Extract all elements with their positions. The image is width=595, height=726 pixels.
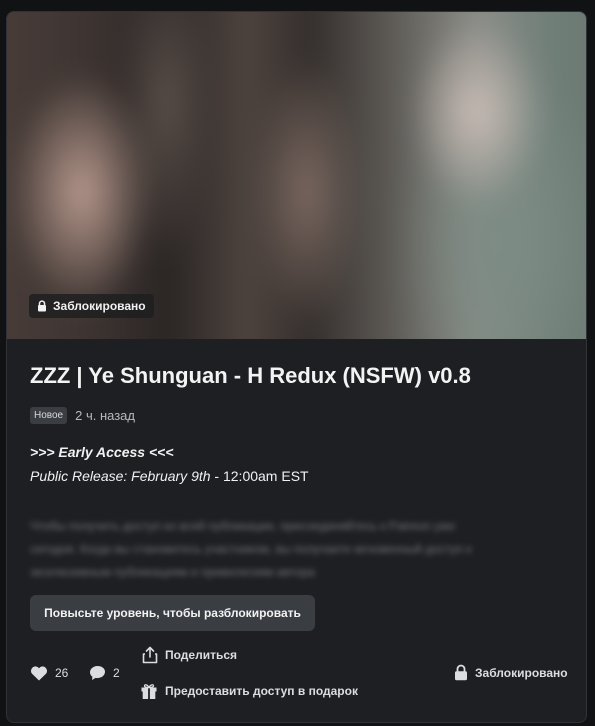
post-meta: Новое 2 ч. назад: [30, 407, 135, 424]
release-date: Public Release: February 9th: [30, 468, 211, 484]
share-label: Поделиться: [165, 648, 238, 662]
gift-label: Предоставить доступ в подарок: [165, 684, 358, 698]
share-icon: [142, 646, 158, 664]
release-time: - 12:00am EST: [210, 468, 309, 484]
post-title[interactable]: ZZZ | Ye Shunguan - H Redux (NSFW) v0.8: [30, 363, 471, 389]
early-access-text: >>> Early Access <<<: [30, 444, 174, 460]
post-image-locked[interactable]: Заблокировано: [7, 12, 586, 339]
footer-locked-status: Заблокировано: [454, 664, 568, 681]
footer-locked-label: Заблокировано: [475, 665, 568, 680]
lock-icon: [455, 664, 467, 681]
upgrade-to-unlock-button[interactable]: Повысьте уровень, чтобы разблокировать: [30, 595, 315, 631]
blurred-line: сегодня. Когда вы становитесь участником…: [30, 542, 472, 556]
like-button[interactable]: 26: [30, 665, 68, 681]
locked-badge: Заблокировано: [29, 294, 154, 318]
gift-icon: [141, 684, 157, 699]
heart-icon: [30, 666, 48, 681]
comment-icon: [90, 666, 105, 680]
share-button[interactable]: Поделиться: [142, 646, 237, 664]
blurred-line: эксклюзивным публикациям и привилегиям а…: [30, 565, 315, 579]
blurred-line: Чтобы получить доступ ко всей публикации…: [30, 519, 456, 533]
comments-button[interactable]: 2: [89, 665, 120, 681]
locked-badge-label: Заблокировано: [53, 299, 146, 313]
release-text: Public Release: February 9th - 12:00am E…: [30, 468, 309, 484]
gift-access-button[interactable]: Предоставить доступ в подарок: [140, 682, 358, 700]
like-count: 26: [55, 666, 69, 680]
post-time: 2 ч. назад: [75, 408, 135, 423]
lock-icon: [38, 300, 46, 312]
comment-count: 2: [113, 666, 120, 680]
post-card: Заблокировано ZZZ | Ye Shunguan - H Redu…: [6, 11, 587, 723]
new-badge: Новое: [30, 407, 68, 424]
locked-body-text: Чтобы получить доступ ко всей публикации…: [30, 515, 540, 584]
blurred-preview: [7, 12, 586, 339]
